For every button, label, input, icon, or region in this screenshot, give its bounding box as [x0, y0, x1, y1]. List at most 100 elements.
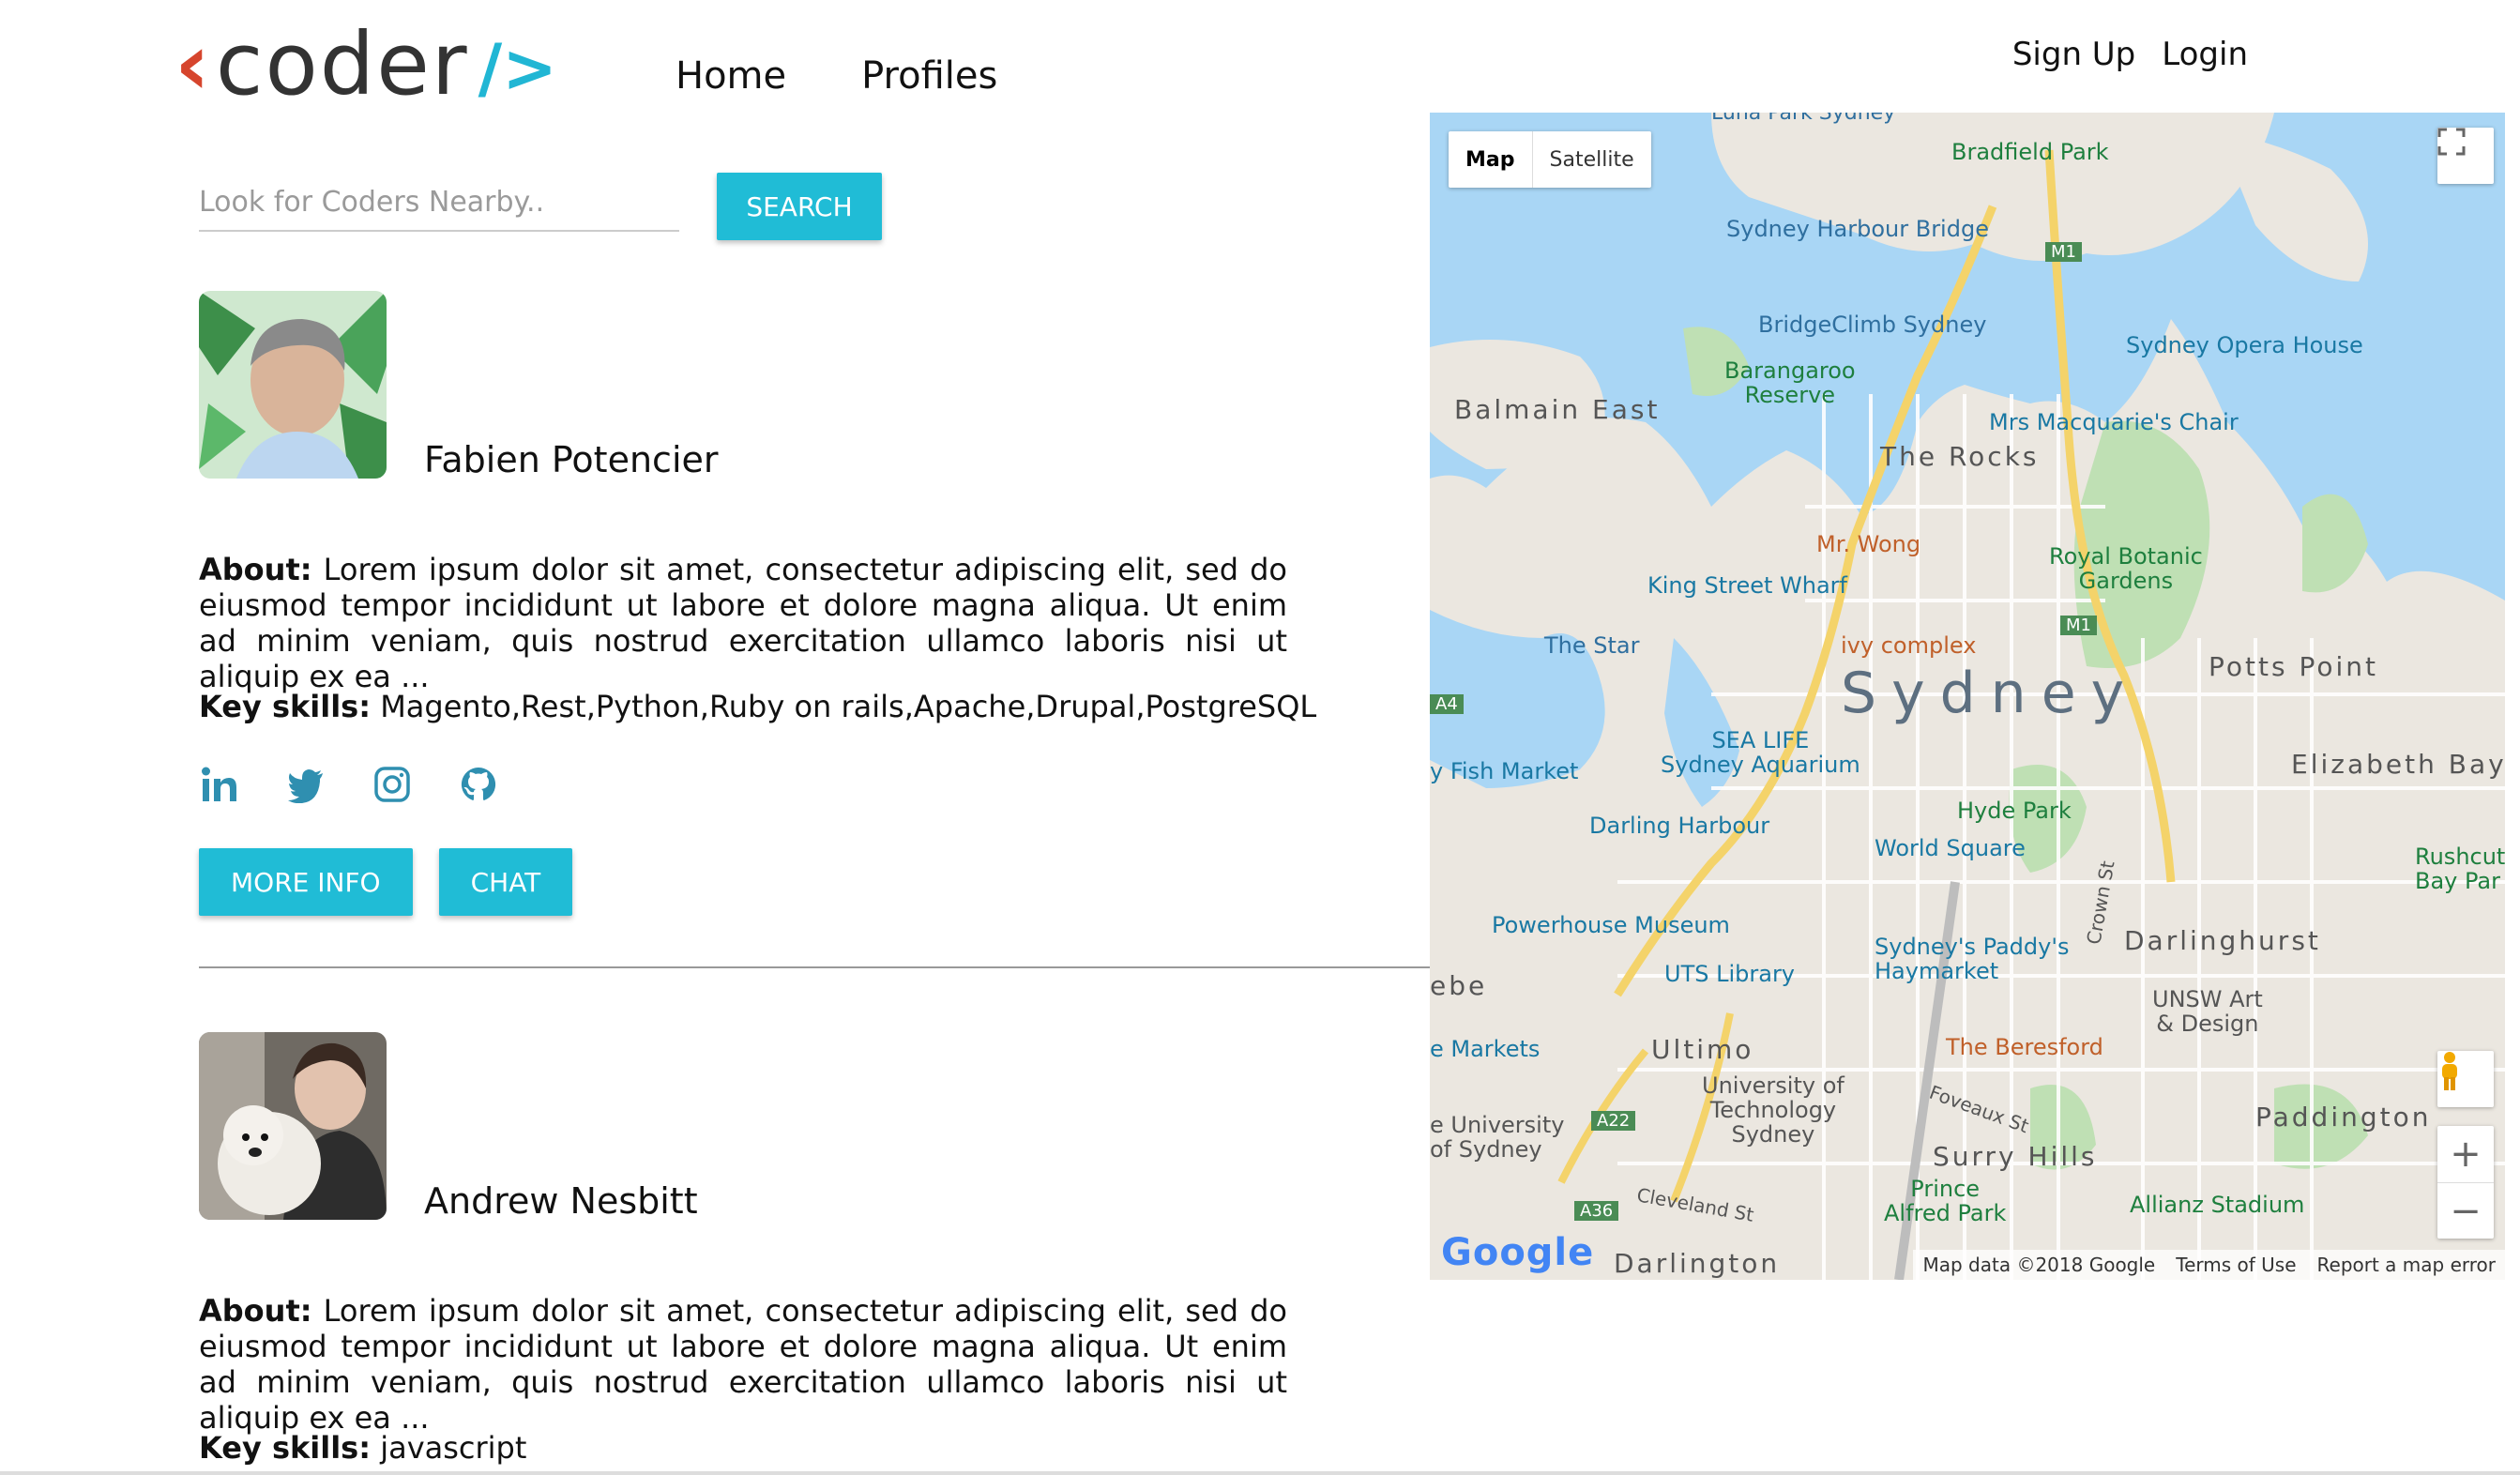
map-label-barangaroo: Barangaroo Reserve	[1724, 357, 1856, 408]
map-label-markets: e Markets	[1430, 1036, 1541, 1062]
profile-actions: MORE INFO CHAT	[199, 848, 573, 916]
map-label-beresford: The Beresford	[1946, 1034, 2103, 1060]
map-label-hydepark: Hyde Park	[1957, 798, 2072, 824]
profile-about: About: Lorem ipsum dolor sit amet, conse…	[199, 1293, 1287, 1436]
map-label-luna: Luna Park Sydney	[1711, 113, 1896, 125]
map-shield-a36: A36	[1574, 1201, 1619, 1221]
more-info-button[interactable]: MORE INFO	[199, 848, 413, 916]
map-type-map[interactable]: Map	[1449, 131, 1533, 188]
map-label-allianz: Allianz Stadium	[2130, 1192, 2305, 1218]
map-label-rushcutter: Rushcutt Bay Par	[2415, 844, 2505, 894]
report-map-error-link[interactable]: Report a map error	[2317, 1254, 2496, 1276]
map-label-macquarie: Mrs Macquarie's Chair	[1989, 409, 2239, 435]
map-label-mrwong: Mr. Wong	[1816, 531, 1921, 557]
map-label-ivy: ivy complex	[1841, 632, 1977, 659]
map-label-balmain: Balmain East	[1454, 394, 1661, 425]
google-logo: Google	[1441, 1231, 1594, 1274]
map-label-worldsq: World Square	[1875, 835, 2026, 861]
map-label-darlinghurst: Darlinghurst	[2124, 925, 2321, 956]
avatar-photo	[199, 291, 387, 479]
map-label-rocks: The Rocks	[1880, 441, 2040, 472]
profile-card: Andrew Nesbitt About: Lorem ipsum dolor …	[199, 1032, 1419, 1475]
profile-name: Fabien Potencier	[424, 439, 719, 480]
map-label-prince: Prince Alfred Park	[1884, 1176, 2007, 1226]
map-label-glebe: ebe	[1430, 970, 1488, 1001]
map-label-harbour-bridge: Sydney Harbour Bridge	[1726, 216, 1989, 242]
twitter-icon[interactable]	[285, 764, 326, 805]
linkedin-icon[interactable]	[199, 764, 240, 805]
google-logo-text: Google	[1441, 1231, 1595, 1274]
map-label-paddys: Sydney's Paddy's Haymarket	[1875, 934, 2070, 984]
auth-links: Sign Up Login	[2012, 36, 2248, 73]
map-label-darlington: Darlington	[1614, 1248, 1781, 1279]
map-type-satellite[interactable]: Satellite	[1533, 131, 1651, 188]
map-shield-a4: A4	[1430, 694, 1464, 714]
signup-link[interactable]: Sign Up	[2012, 36, 2135, 73]
logo-text: coder	[215, 14, 469, 114]
profile-card: Fabien Potencier About: Lorem ipsum dolo…	[199, 291, 1419, 929]
profile-about: About: Lorem ipsum dolor sit amet, conse…	[199, 552, 1287, 694]
map-label-uts-university: University of Technology Sydney	[1702, 1072, 1844, 1148]
map-shield-m1: M1	[2045, 242, 2082, 262]
search-field	[199, 178, 679, 232]
profile-name: Andrew Nesbitt	[424, 1180, 698, 1222]
coders-map[interactable]: Luna Park Sydney Bradfield Park Sydney H…	[1430, 113, 2505, 1280]
map-label-kingstreet: King Street Wharf	[1647, 572, 1847, 599]
map-label-opera: Sydney Opera House	[2126, 332, 2363, 358]
avatar-photo	[199, 1032, 387, 1220]
search-button[interactable]: SEARCH	[717, 173, 882, 240]
about-label: About:	[199, 552, 312, 587]
nav-profiles-link[interactable]: Profiles	[861, 54, 997, 98]
map-label-surry: Surry Hills	[1933, 1141, 2098, 1172]
skills-list: Magento,Rest,Python,Ruby on rails,Apache…	[380, 689, 1317, 724]
map-shield-a22: A22	[1591, 1111, 1636, 1131]
chat-button[interactable]: CHAT	[438, 848, 573, 916]
map-label-fishmarket: y Fish Market	[1430, 758, 1579, 784]
avatar	[199, 1032, 387, 1220]
skills-label: Key skills:	[199, 689, 372, 724]
map-label-unsw: UNSW Art & Design	[2152, 986, 2263, 1037]
map-label-powerhouse: Powerhouse Museum	[1492, 912, 1730, 938]
profile-skills: Key skills: Magento,Rest,Python,Ruby on …	[199, 689, 1316, 724]
map-label-darling: Darling Harbour	[1589, 813, 1770, 839]
pegman-icon[interactable]	[2437, 1051, 2494, 1107]
zoom-in-icon[interactable]: +	[2437, 1126, 2494, 1183]
about-label: About:	[199, 1293, 312, 1329]
logo-slash-icon: />	[478, 30, 557, 107]
nav-home-link[interactable]: Home	[676, 54, 786, 98]
github-icon[interactable]	[458, 764, 499, 805]
zoom-out-icon[interactable]: −	[2437, 1183, 2494, 1239]
search-input[interactable]	[199, 178, 679, 230]
map-attribution: Map data ©2018 Google Terms of Use Repor…	[1913, 1250, 2505, 1280]
map-label-bradfield: Bradfield Park	[1951, 139, 2109, 165]
coder-logo[interactable]: ‹ coder />	[175, 22, 557, 113]
about-text: Lorem ipsum dolor sit amet, consectetur …	[199, 1293, 1288, 1436]
map-shield-m1: M1	[2060, 616, 2097, 635]
map-label-uts: UTS Library	[1664, 961, 1796, 987]
page: ‹ coder /> Home Profiles Sign Up Login S…	[0, 0, 2520, 1475]
skills-list: javascript	[380, 1430, 527, 1466]
terms-link[interactable]: Terms of Use	[2176, 1254, 2296, 1276]
map-label-botanic: Royal Botanic Gardens	[2049, 543, 2203, 594]
logo-bracket-icon: ‹	[175, 14, 210, 114]
map-label-ultimo: Ultimo	[1651, 1034, 1754, 1065]
map-label-paddington: Paddington	[2255, 1102, 2432, 1133]
profile-divider	[199, 966, 1430, 968]
map-data-credit: Map data ©2018 Google	[1922, 1254, 2156, 1276]
profile-skills: Key skills: javascript	[199, 1430, 526, 1466]
map-type-control: Map Satellite	[1449, 131, 1651, 188]
main-nav: Home Profiles	[676, 54, 997, 98]
fullscreen-icon[interactable]	[2437, 128, 2494, 184]
map-label-sydney: Sydney	[1841, 661, 2140, 726]
map-label-sealife: SEA LIFE Sydney Aquarium	[1661, 727, 1860, 778]
login-link[interactable]: Login	[2162, 36, 2248, 73]
map-label-uni-sydney: e University of Sydney	[1430, 1112, 1565, 1163]
skills-label: Key skills:	[199, 1430, 372, 1466]
avatar	[199, 291, 387, 479]
map-label-potts: Potts Point	[2209, 651, 2378, 682]
social-links	[199, 764, 499, 805]
instagram-icon[interactable]	[372, 764, 413, 805]
about-text: Lorem ipsum dolor sit amet, consectetur …	[199, 552, 1288, 694]
zoom-control: + −	[2437, 1126, 2494, 1239]
map-label-thestar: The Star	[1544, 632, 1640, 659]
